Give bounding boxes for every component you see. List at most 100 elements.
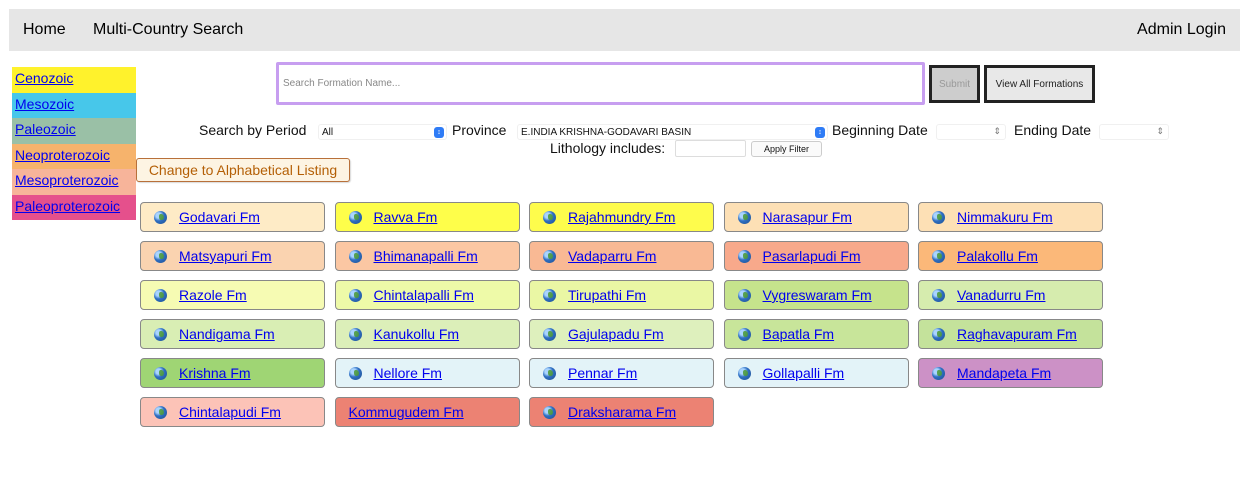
lithology-label: Lithology includes: bbox=[550, 140, 666, 156]
formation-link[interactable]: Krishna Fm bbox=[179, 365, 251, 381]
formation-card: Pasarlapudi Fm bbox=[723, 241, 909, 271]
globe-icon[interactable] bbox=[154, 249, 167, 263]
formation-link[interactable]: Rajahmundry Fm bbox=[568, 209, 675, 225]
search-by-period-label: Search by Period bbox=[199, 122, 307, 138]
period-link-mesozoic[interactable]: Mesozoic bbox=[12, 92, 136, 118]
nav-multi-country-search-link[interactable]: Multi-Country Search bbox=[93, 21, 243, 39]
formation-link[interactable]: Razole Fm bbox=[179, 287, 247, 303]
globe-icon[interactable] bbox=[543, 249, 556, 263]
formation-link[interactable]: Kanukollu Fm bbox=[374, 326, 460, 342]
formation-link[interactable]: Pasarlapudi Fm bbox=[763, 248, 861, 264]
submit-button[interactable]: Submit bbox=[929, 65, 980, 103]
formation-link[interactable]: Nandigama Fm bbox=[179, 326, 275, 342]
globe-icon[interactable] bbox=[348, 210, 362, 224]
nav-home-link[interactable]: Home bbox=[23, 21, 66, 39]
stepper-icon: ⇕ bbox=[993, 126, 1001, 136]
formation-link[interactable]: Chintalapudi Fm bbox=[179, 404, 281, 420]
formation-link[interactable]: Gajulapadu Fm bbox=[568, 326, 664, 342]
formation-link[interactable]: Bhimanapalli Fm bbox=[374, 248, 478, 264]
formation-link[interactable]: Narasapur Fm bbox=[763, 209, 852, 225]
formation-link[interactable]: Kommugudem Fm bbox=[349, 404, 464, 420]
formation-link[interactable]: Gollapalli Fm bbox=[763, 365, 845, 381]
period-link-neoproterozoic[interactable]: Neoproterozoic bbox=[12, 143, 136, 169]
globe-icon[interactable] bbox=[348, 288, 362, 302]
formation-link[interactable]: Nimmakuru Fm bbox=[957, 209, 1053, 225]
globe-icon[interactable] bbox=[154, 288, 167, 302]
beginning-date-select[interactable]: ⇕ bbox=[936, 124, 1006, 140]
formation-card: Bhimanapalli Fm bbox=[334, 241, 520, 271]
formation-card: Vadaparru Fm bbox=[529, 241, 714, 271]
ending-date-select[interactable]: ⇕ bbox=[1099, 124, 1169, 140]
formation-link[interactable]: Tirupathi Fm bbox=[568, 287, 646, 303]
formation-link[interactable]: Draksharama Fm bbox=[568, 404, 676, 420]
formation-card: Kanukollu Fm bbox=[334, 319, 520, 349]
globe-icon[interactable] bbox=[737, 288, 751, 302]
period-link-paleoproterozoic[interactable]: Paleoproterozoic bbox=[12, 194, 136, 220]
globe-icon[interactable] bbox=[154, 405, 167, 419]
globe-icon[interactable] bbox=[932, 210, 945, 224]
globe-icon[interactable] bbox=[932, 327, 945, 341]
formation-card: Nimmakuru Fm bbox=[918, 202, 1103, 232]
formation-search-input[interactable] bbox=[276, 62, 925, 105]
lithology-input[interactable] bbox=[675, 140, 746, 157]
globe-icon[interactable] bbox=[737, 327, 751, 341]
formation-link[interactable]: Pennar Fm bbox=[568, 365, 637, 381]
formation-card: Bapatla Fm bbox=[723, 319, 909, 349]
province-label: Province bbox=[452, 122, 507, 138]
formation-card: Gajulapadu Fm bbox=[529, 319, 714, 349]
formation-card: Palakollu Fm bbox=[918, 241, 1103, 271]
globe-icon[interactable] bbox=[348, 366, 362, 380]
formation-link[interactable]: Palakollu Fm bbox=[957, 248, 1038, 264]
formation-link[interactable]: Bapatla Fm bbox=[763, 326, 835, 342]
period-link-cenozoic[interactable]: Cenozoic bbox=[12, 67, 136, 93]
globe-icon[interactable] bbox=[543, 210, 556, 224]
formation-link[interactable]: Nellore Fm bbox=[374, 365, 442, 381]
formation-link[interactable]: Raghavapuram Fm bbox=[957, 326, 1077, 342]
formation-card: Tirupathi Fm bbox=[529, 280, 714, 310]
formation-link[interactable]: Vadaparru Fm bbox=[568, 248, 656, 264]
formation-card: Kommugudem Fm bbox=[334, 397, 520, 427]
formation-link[interactable]: Godavari Fm bbox=[179, 209, 260, 225]
globe-icon[interactable] bbox=[737, 249, 751, 263]
formation-card: Chintalapalli Fm bbox=[334, 280, 520, 310]
alphabetical-listing-button[interactable]: Change to Alphabetical Listing bbox=[136, 158, 350, 182]
globe-icon[interactable] bbox=[543, 288, 556, 302]
formation-link[interactable]: Mandapeta Fm bbox=[957, 365, 1051, 381]
globe-icon[interactable] bbox=[154, 366, 167, 380]
ending-date-label: Ending Date bbox=[1014, 122, 1092, 138]
formation-card: Gollapalli Fm bbox=[723, 358, 909, 388]
formation-card: Narasapur Fm bbox=[723, 202, 909, 232]
globe-icon[interactable] bbox=[932, 288, 945, 302]
globe-icon[interactable] bbox=[348, 249, 362, 263]
formation-link[interactable]: Vygreswaram Fm bbox=[763, 287, 872, 303]
formation-card: Draksharama Fm bbox=[529, 397, 714, 427]
globe-icon[interactable] bbox=[543, 327, 556, 341]
formation-link[interactable]: Matsyapuri Fm bbox=[179, 248, 272, 264]
formation-link[interactable]: Chintalapalli Fm bbox=[374, 287, 474, 303]
period-legend: Cenozoic Mesozoic Paleozoic Neoproterozoic M… bbox=[12, 67, 136, 220]
globe-icon[interactable] bbox=[737, 366, 751, 380]
globe-icon[interactable] bbox=[154, 210, 167, 224]
globe-icon[interactable] bbox=[348, 327, 362, 341]
globe-icon[interactable] bbox=[154, 327, 167, 341]
globe-icon[interactable] bbox=[932, 249, 945, 263]
apply-filter-button[interactable]: Apply Filter bbox=[751, 141, 822, 157]
globe-icon[interactable] bbox=[737, 210, 751, 224]
globe-icon[interactable] bbox=[543, 366, 556, 380]
formation-link[interactable]: Vanadurru Fm bbox=[957, 287, 1045, 303]
period-select-value: All bbox=[322, 127, 334, 138]
formation-link[interactable]: Ravva Fm bbox=[374, 209, 438, 225]
view-all-formations-button[interactable]: View All Formations bbox=[984, 65, 1095, 103]
period-link-paleozoic[interactable]: Paleozoic bbox=[12, 118, 136, 144]
chevron-updown-icon: ↕ bbox=[815, 127, 825, 138]
period-select[interactable]: All ↕ bbox=[318, 124, 447, 140]
chevron-updown-icon: ↕ bbox=[434, 127, 444, 138]
globe-icon[interactable] bbox=[932, 366, 945, 380]
formation-card: Godavari Fm bbox=[140, 202, 325, 232]
period-link-mesoproterozoic[interactable]: Mesoproterozoic bbox=[12, 169, 136, 195]
formation-card: Mandapeta Fm bbox=[918, 358, 1103, 388]
nav-admin-login-link[interactable]: Admin Login bbox=[1137, 21, 1226, 39]
province-select[interactable]: E.INDIA KRISHNA-GODAVARI BASIN ↕ bbox=[517, 124, 828, 140]
formation-card: Pennar Fm bbox=[529, 358, 714, 388]
globe-icon[interactable] bbox=[543, 405, 556, 419]
